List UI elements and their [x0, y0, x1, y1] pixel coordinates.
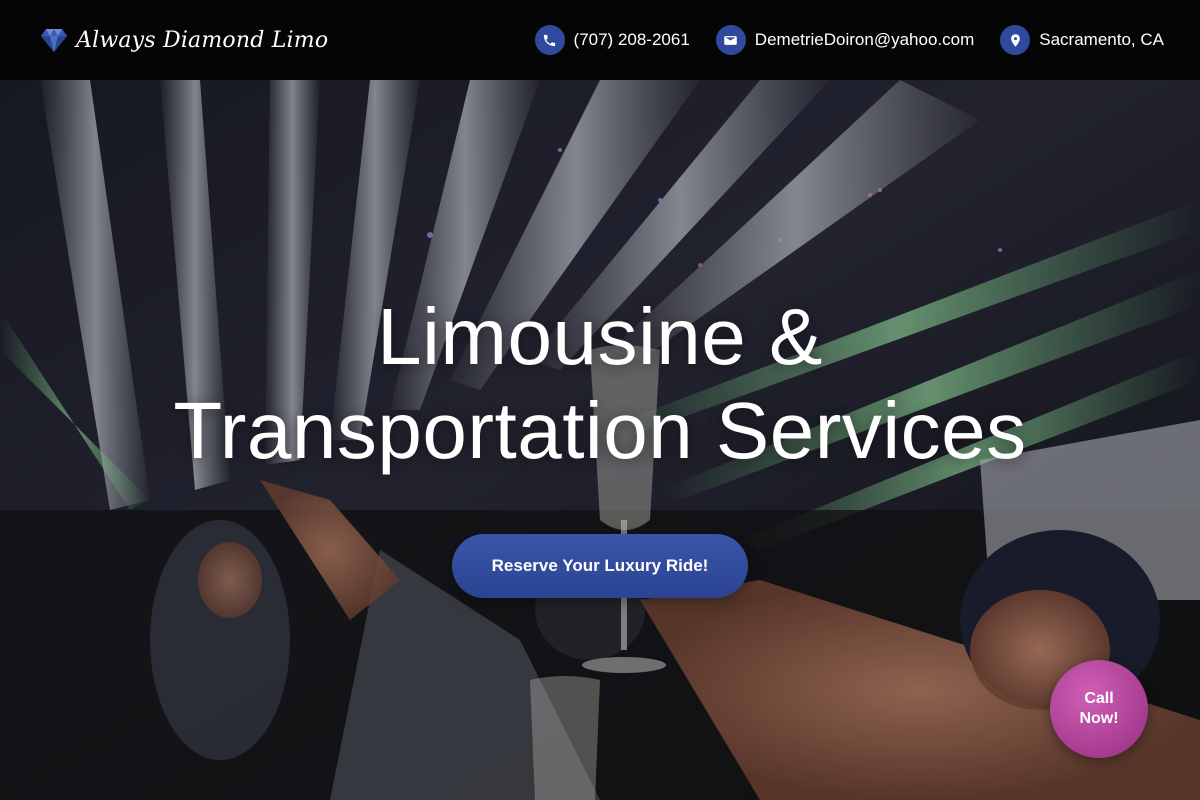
diamond-icon	[41, 29, 67, 52]
phone-icon	[534, 25, 565, 55]
brand-name: Always Diamond Limo	[76, 27, 329, 53]
call-now-label: Call Now!	[1079, 690, 1119, 727]
site-header: Always Diamond Limo (707) 208-2061 Demet…	[0, 0, 1200, 80]
phone-number: (707) 208-2061	[573, 30, 690, 49]
email-link[interactable]: DemetrieDoiron@yahoo.com	[715, 25, 975, 55]
email-address: DemetrieDoiron@yahoo.com	[754, 30, 975, 49]
hero-content: Limousine & Transportation Services Rese…	[0, 290, 1200, 598]
call-now-button[interactable]: Call Now!	[1050, 660, 1148, 758]
brand-link[interactable]: Always Diamond Limo	[40, 27, 328, 53]
location-text: Sacramento, CA	[1039, 30, 1164, 49]
phone-link[interactable]: (707) 208-2061	[534, 25, 690, 55]
hero-title: Limousine & Transportation Services	[0, 290, 1200, 478]
location-link[interactable]: Sacramento, CA	[1000, 25, 1164, 55]
contact-bar: (707) 208-2061 DemetrieDoiron@yahoo.com …	[534, 25, 1164, 55]
reserve-ride-button[interactable]: Reserve Your Luxury Ride!	[452, 534, 748, 598]
hero-section: Limousine & Transportation Services Rese…	[0, 80, 1200, 800]
hero-title-line-1: Limousine &	[377, 292, 823, 381]
location-pin-icon	[1000, 25, 1031, 55]
hero-title-line-2: Transportation Services	[173, 386, 1027, 475]
mail-icon	[715, 25, 746, 55]
